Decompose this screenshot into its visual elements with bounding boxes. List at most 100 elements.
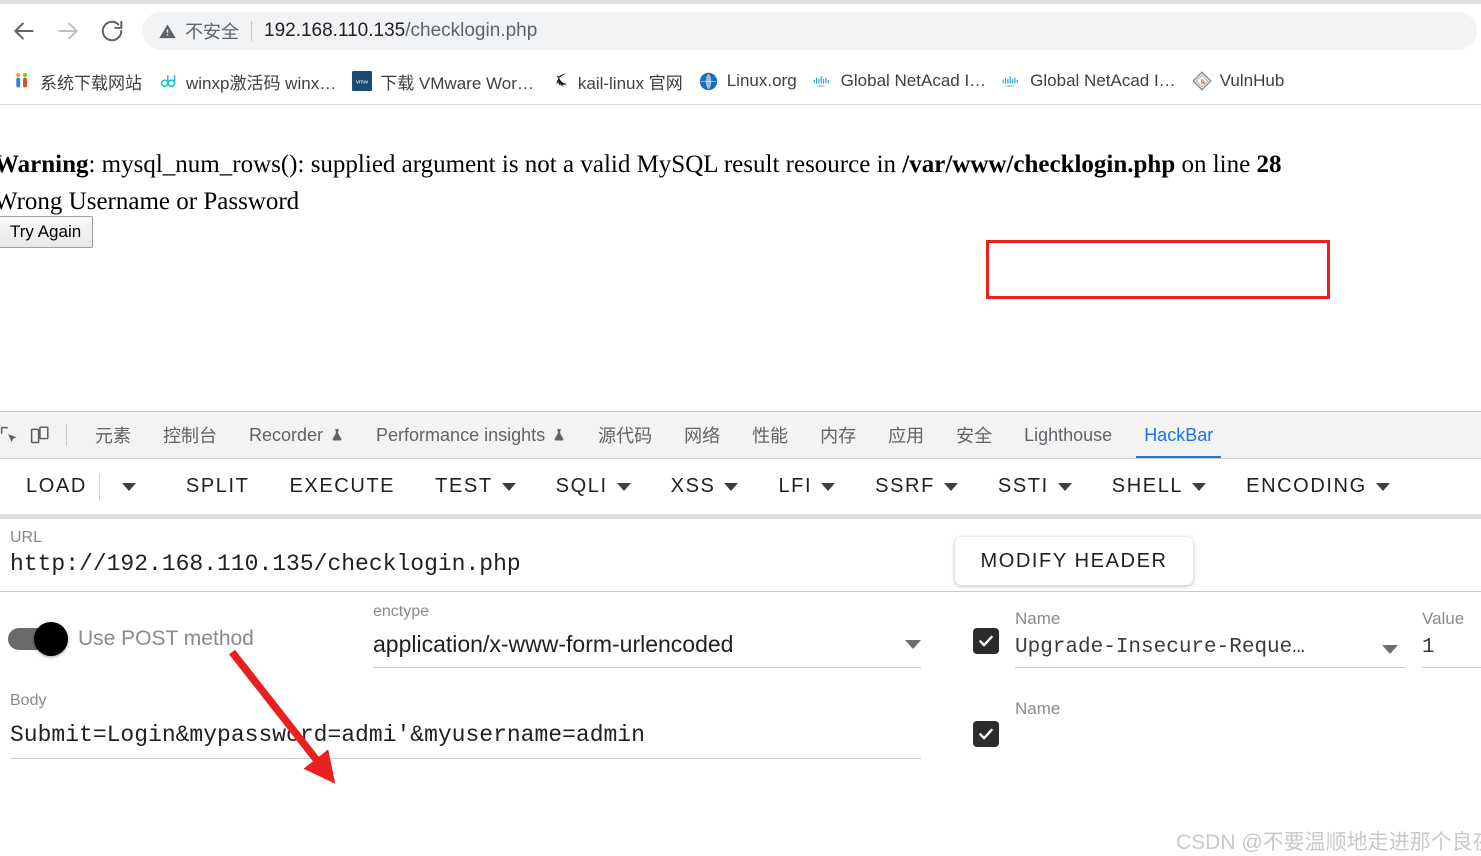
header-row-checkbox[interactable] — [973, 628, 999, 654]
browser-window: 不安全 192.168.110.135/checklogin.php 系统下载网… — [0, 0, 1481, 856]
bookmark-label: 下载 VMware Wor… — [380, 73, 534, 93]
devtools-tab-1[interactable]: 元素 — [79, 412, 147, 458]
address-bar-url: 192.168.110.135/checklogin.php — [264, 20, 537, 42]
bookmark-item[interactable]: Linux.org — [691, 65, 805, 97]
forward-icon[interactable] — [48, 11, 88, 51]
warning-keyword: Warning — [0, 151, 89, 178]
devtools-tab-8[interactable]: 内存 — [804, 412, 872, 458]
experiment-flask-icon — [552, 427, 566, 443]
enctype-underline — [373, 667, 921, 668]
devtools-tab-5[interactable]: 源代码 — [582, 412, 668, 458]
url-field-label: URL — [10, 529, 43, 546]
try-again-button[interactable]: Try Again — [0, 216, 94, 248]
chevron-down-icon — [821, 482, 836, 491]
toggle-track — [8, 622, 68, 656]
warning-body: : mysql_num_rows(): supplied argument is… — [88, 151, 903, 178]
hackbar-ssti-button[interactable]: SSTI — [992, 475, 1078, 498]
address-bar[interactable]: 不安全 192.168.110.135/checklogin.php — [142, 12, 1477, 50]
hackbar-shell-button[interactable]: SHELL — [1106, 475, 1212, 498]
hackbar-xss-button[interactable]: XSS — [665, 475, 745, 498]
browser-toolbar: 不安全 192.168.110.135/checklogin.php — [0, 4, 1481, 58]
devtools-tab-label: 应用 — [888, 426, 925, 446]
hackbar-ssrf-button[interactable]: SSRF — [869, 475, 964, 498]
hackbar-button-label: XSS — [670, 475, 716, 497]
devtools-toolbar-divider — [66, 424, 67, 446]
chevron-down-icon[interactable] — [905, 640, 921, 649]
hackbar-button-label: LOAD — [26, 475, 87, 497]
devtools-panel: 元素 控制台 Recorder Performance insights 源代码 网络 性能… — [0, 411, 1481, 856]
hackbar-execute-button[interactable]: EXECUTE — [283, 475, 401, 498]
device-toolbar-icon[interactable] — [24, 420, 54, 450]
header-row-checkbox-2[interactable] — [973, 721, 999, 747]
header-name-underline — [1015, 667, 1405, 668]
url-path: /checklogin.php — [405, 20, 538, 41]
hackbar-load-button[interactable]: LOAD — [20, 475, 93, 498]
vulnhub-icon — [1191, 71, 1212, 91]
devtools-tab-10[interactable]: 安全 — [940, 412, 1008, 458]
devtools-tab-2[interactable]: 控制台 — [147, 412, 233, 458]
body-field-label: Body — [10, 692, 47, 709]
bookmarks-bar: 系统下载网站 winxp激活码 winx… vmw 下载 VMware Wor… kai… — [0, 58, 1481, 104]
header-value-input[interactable]: 1 — [1422, 636, 1477, 659]
bookmark-item[interactable]: 系统下载网站 — [4, 65, 150, 97]
chevron-down-icon — [501, 482, 516, 491]
linux-globe-icon — [699, 71, 719, 91]
devtools-tab-11[interactable]: Lighthouse — [1008, 412, 1128, 458]
bookmark-label: Global NetAcad I… — [1030, 71, 1176, 90]
hackbar-sqli-button[interactable]: SQLI — [550, 475, 637, 498]
reload-icon[interactable] — [92, 11, 132, 51]
hackbar-lfi-button[interactable]: LFI — [772, 475, 841, 498]
dd-icon — [158, 71, 178, 91]
bookmark-item[interactable]: kail-linux 官网 — [542, 65, 691, 97]
experiment-flask-icon — [330, 427, 344, 443]
hackbar-button-label: EXECUTE — [289, 475, 396, 497]
devtools-tab-bar: 元素 控制台 Recorder Performance insights 源代码 网络 性能… — [0, 412, 1481, 459]
vmware-icon: vmw — [352, 71, 373, 91]
modify-header-button[interactable]: MODIFY HEADER — [955, 537, 1193, 585]
hackbar-split-button[interactable]: SPLIT — [180, 475, 256, 498]
devtools-tab-label: Performance insights — [376, 424, 546, 445]
svg-text:cisco: cisco — [817, 84, 825, 88]
use-post-method-label: Use POST method — [78, 627, 254, 650]
use-post-method-toggle[interactable]: Use POST method — [8, 622, 254, 656]
cisco-icon: cisco — [1002, 71, 1022, 91]
bookmark-item[interactable]: vmw 下载 VMware Wor… — [344, 65, 542, 97]
bookmark-label: winxp激活码 winx… — [186, 73, 337, 93]
devtools-tab-4[interactable]: Performance insights — [360, 412, 582, 458]
bookmark-item[interactable]: VulnHub — [1184, 65, 1293, 97]
inspect-element-icon[interactable] — [0, 420, 24, 450]
body-field-input[interactable]: Submit=Login&mypassword=admi'&myusername… — [10, 722, 921, 748]
devtools-tab-6[interactable]: 网络 — [668, 412, 736, 458]
bookmark-label: VulnHub — [1219, 71, 1285, 90]
devtools-tab-label: 内存 — [820, 426, 857, 446]
devtools-tab-9[interactable]: 应用 — [872, 412, 940, 458]
header-name-input[interactable]: Upgrade-Insecure-Reque… — [1015, 636, 1360, 659]
hackbar-body-field: Body Submit=Login&mypassword=admi'&myuse… — [10, 692, 921, 759]
chevron-down-icon — [616, 482, 631, 491]
enctype-select[interactable]: enctype application/x-www-form-urlencode… — [373, 603, 921, 668]
bookmark-item[interactable]: winxp激活码 winx… — [150, 65, 344, 97]
svg-text:cisco: cisco — [1006, 84, 1014, 88]
warning-line-number: 28 — [1256, 151, 1282, 178]
warning-suffix: on line — [1175, 151, 1257, 178]
hackbar-button-label: SHELL — [1111, 475, 1184, 497]
bookmark-label: Linux.org — [726, 71, 797, 90]
header-value-column-label: Value — [1422, 609, 1465, 628]
hackbar-test-button[interactable]: TEST — [429, 475, 522, 498]
header-name-chevron-down-icon[interactable] — [1382, 645, 1398, 654]
hackbar-button-label: SSTI — [997, 475, 1049, 497]
bookmark-item[interactable]: cisco Global NetAcad I… — [994, 65, 1184, 97]
back-icon[interactable] — [4, 11, 44, 51]
hackbar-toolbar: LOAD SPLIT EXECUTE TEST SQLI XSS LFI SSRF SSTI SH… — [0, 459, 1481, 519]
hackbar-encoding-button[interactable]: ENCODING — [1240, 475, 1396, 498]
devtools-tab-7[interactable]: 性能 — [736, 412, 804, 458]
url-field-input[interactable]: http://192.168.110.135/checklogin.php — [10, 551, 521, 577]
devtools-tab-12[interactable]: HackBar — [1128, 412, 1229, 458]
chevron-down-icon — [1192, 482, 1207, 491]
hackbar-button-label: LFI — [778, 475, 813, 497]
hackbar-load-dropdown-icon[interactable] — [106, 482, 152, 491]
bookmark-item[interactable]: cisco Global NetAcad I… — [805, 65, 995, 97]
devtools-tab-3[interactable]: Recorder — [233, 412, 360, 458]
not-secure-warning-icon — [158, 22, 177, 41]
devtools-tab-label: 控制台 — [163, 426, 217, 446]
